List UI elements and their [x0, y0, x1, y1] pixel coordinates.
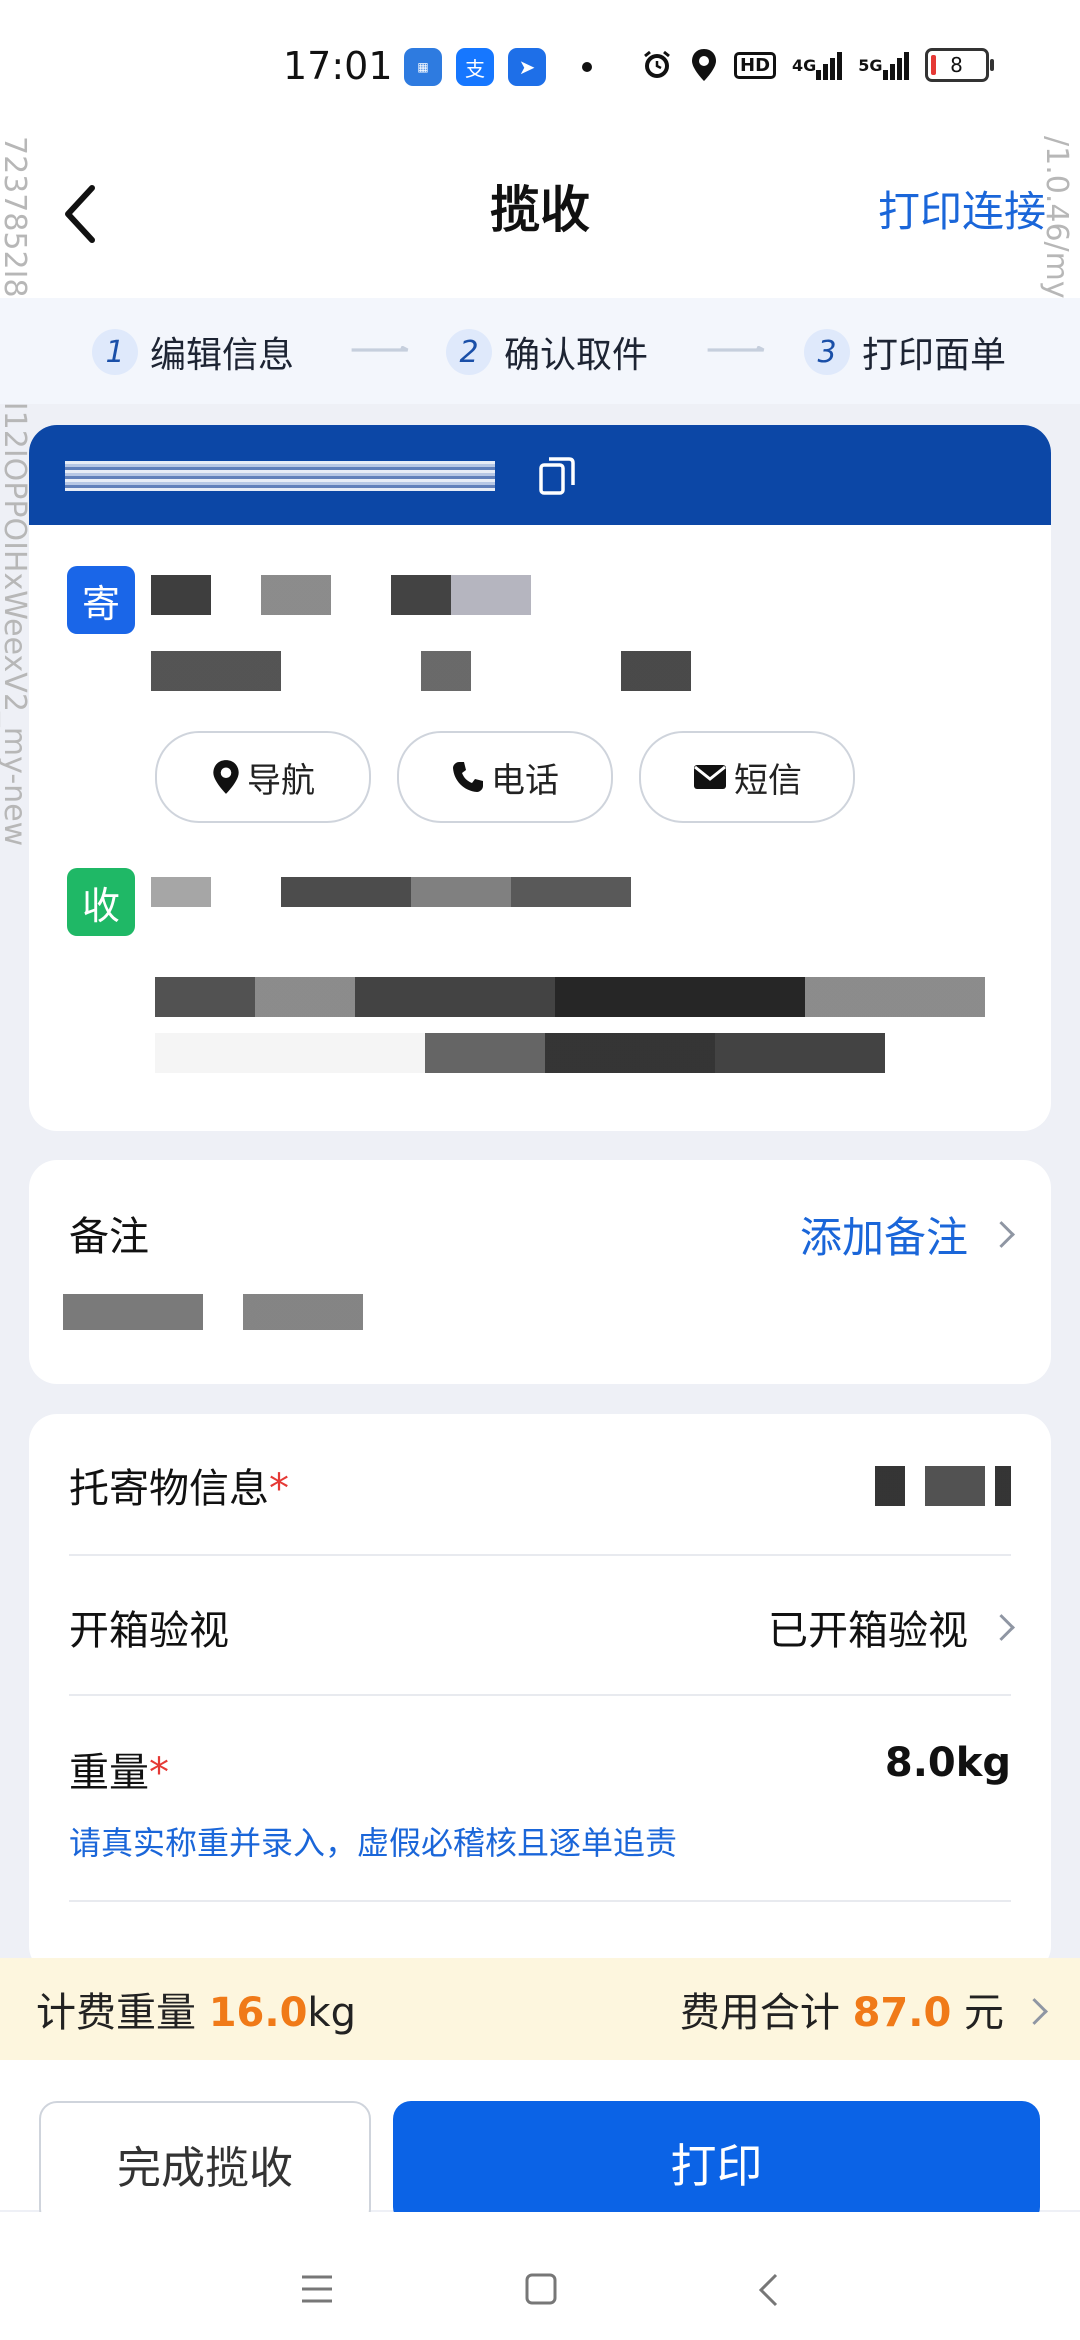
call-button[interactable]: 电话	[397, 731, 613, 823]
divider	[69, 1554, 1011, 1556]
weight-value[interactable]: 8.0kg	[885, 1740, 1011, 1786]
waybill-number-redacted	[65, 461, 495, 491]
arrow-right-icon	[707, 346, 765, 352]
navigate-button[interactable]: 导航	[155, 731, 371, 823]
more-notifications-dot	[582, 62, 592, 72]
add-remark-link[interactable]: 添加备注	[799, 1204, 1015, 1265]
complete-pickup-button[interactable]: 完成揽收	[39, 2101, 371, 2227]
step-number: 3	[804, 329, 850, 375]
chevron-right-icon	[1021, 1998, 1048, 2025]
inspection-label: 开箱验视	[69, 1608, 229, 1654]
signal-5g-icon: 5G	[858, 46, 909, 84]
step-confirm-pickup: 2 确认取件	[446, 326, 648, 378]
status-bar: 17:01 ▦ 支 ➤ HD 4G 5G 8	[0, 0, 1080, 130]
divider	[69, 1694, 1011, 1696]
fee-summary-bar[interactable]: 计费重量 16.0kg 费用合计 87.0 元	[0, 1958, 1080, 2060]
title-bar: 揽收 打印连接	[0, 130, 1080, 298]
billing-weight: 计费重量 16.0kg	[36, 1990, 356, 2036]
step-print-label: 3 打印面单	[804, 326, 1006, 378]
step-edit-info: 1 编辑信息	[92, 326, 294, 378]
arrow-right-icon	[351, 346, 409, 352]
progress-steps: 1 编辑信息 2 确认取件 3 打印面单	[0, 298, 1080, 404]
remark-label: 备注	[69, 1214, 149, 1260]
notification-icons: ▦ 支 ➤	[404, 48, 546, 86]
watermark-left: 7237852I8I7.77.2I12IOPPOIHxWeexV2_my-new	[0, 136, 32, 847]
weight-label: 重量*	[69, 1750, 169, 1796]
step-label: 确认取件	[504, 335, 649, 376]
chevron-right-icon	[988, 1221, 1015, 1248]
address-card: 寄 导航 电话 短信 收	[29, 425, 1051, 1131]
waybill-header	[29, 425, 1051, 525]
chevron-right-icon	[988, 1613, 1015, 1641]
envelope-icon	[694, 765, 726, 789]
total-fee: 费用合计 87.0 元	[679, 1990, 1004, 2036]
add-remark-label: 添加备注	[799, 1213, 968, 1262]
sender-badge: 寄	[67, 566, 135, 634]
remark-card: 备注 添加备注	[29, 1160, 1051, 1384]
receiver-badge: 收	[67, 868, 135, 936]
sms-label: 短信	[734, 760, 802, 801]
location-icon	[690, 46, 718, 84]
weight-hint: 请真实称重并录入，虚假必稽核且逐单追责	[69, 1824, 678, 1862]
inspection-row[interactable]: 已开箱验视	[768, 1598, 1015, 1656]
step-number: 1	[92, 329, 138, 375]
item-info-redacted[interactable]	[875, 1466, 1011, 1506]
divider	[69, 1900, 1011, 1902]
receiver-address-redacted	[155, 977, 985, 1017]
mini-program-icon: ▦	[404, 48, 442, 86]
signal-4g-icon: 4G	[792, 46, 843, 84]
back-nav-icon[interactable]	[756, 2272, 780, 2308]
receiver-name-redacted	[151, 877, 631, 907]
step-number: 2	[446, 329, 492, 375]
location-pin-icon	[213, 760, 239, 794]
hd-icon: HD	[734, 46, 777, 84]
goods-info-card: 托寄物信息* 开箱验视 已开箱验视 重量* 8.0kg 请真实称重并录入，虚假必…	[29, 1414, 1051, 1974]
item-info-label: 托寄物信息*	[69, 1466, 289, 1512]
phone-icon	[453, 762, 483, 792]
step-label: 打印面单	[862, 335, 1007, 376]
sender-address-redacted	[151, 651, 691, 691]
battery-icon: 8	[924, 48, 994, 82]
step-label: 编辑信息	[150, 335, 295, 376]
alarm-icon	[640, 46, 674, 84]
alipay-icon: 支	[456, 48, 494, 86]
home-icon[interactable]	[524, 2272, 558, 2306]
action-footer: 完成揽收 打印	[0, 2060, 1080, 2227]
receiver-detail-redacted	[155, 1033, 885, 1073]
sender-name-redacted	[151, 575, 531, 615]
battery-level: 8	[950, 53, 963, 77]
navigate-label: 导航	[247, 760, 315, 801]
call-label: 电话	[491, 760, 559, 801]
inspection-value: 已开箱验视	[768, 1608, 968, 1654]
remark-text-redacted	[63, 1294, 363, 1330]
app-icon: ➤	[508, 48, 546, 86]
status-time: 17:01	[283, 44, 393, 88]
print-button[interactable]: 打印	[393, 2101, 1040, 2225]
system-nav-bar	[0, 2212, 1080, 2340]
print-connection-link[interactable]: 打印连接	[878, 178, 1046, 239]
sms-button[interactable]: 短信	[639, 731, 855, 823]
menu-icon[interactable]	[300, 2274, 334, 2304]
copy-icon[interactable]	[539, 455, 575, 499]
